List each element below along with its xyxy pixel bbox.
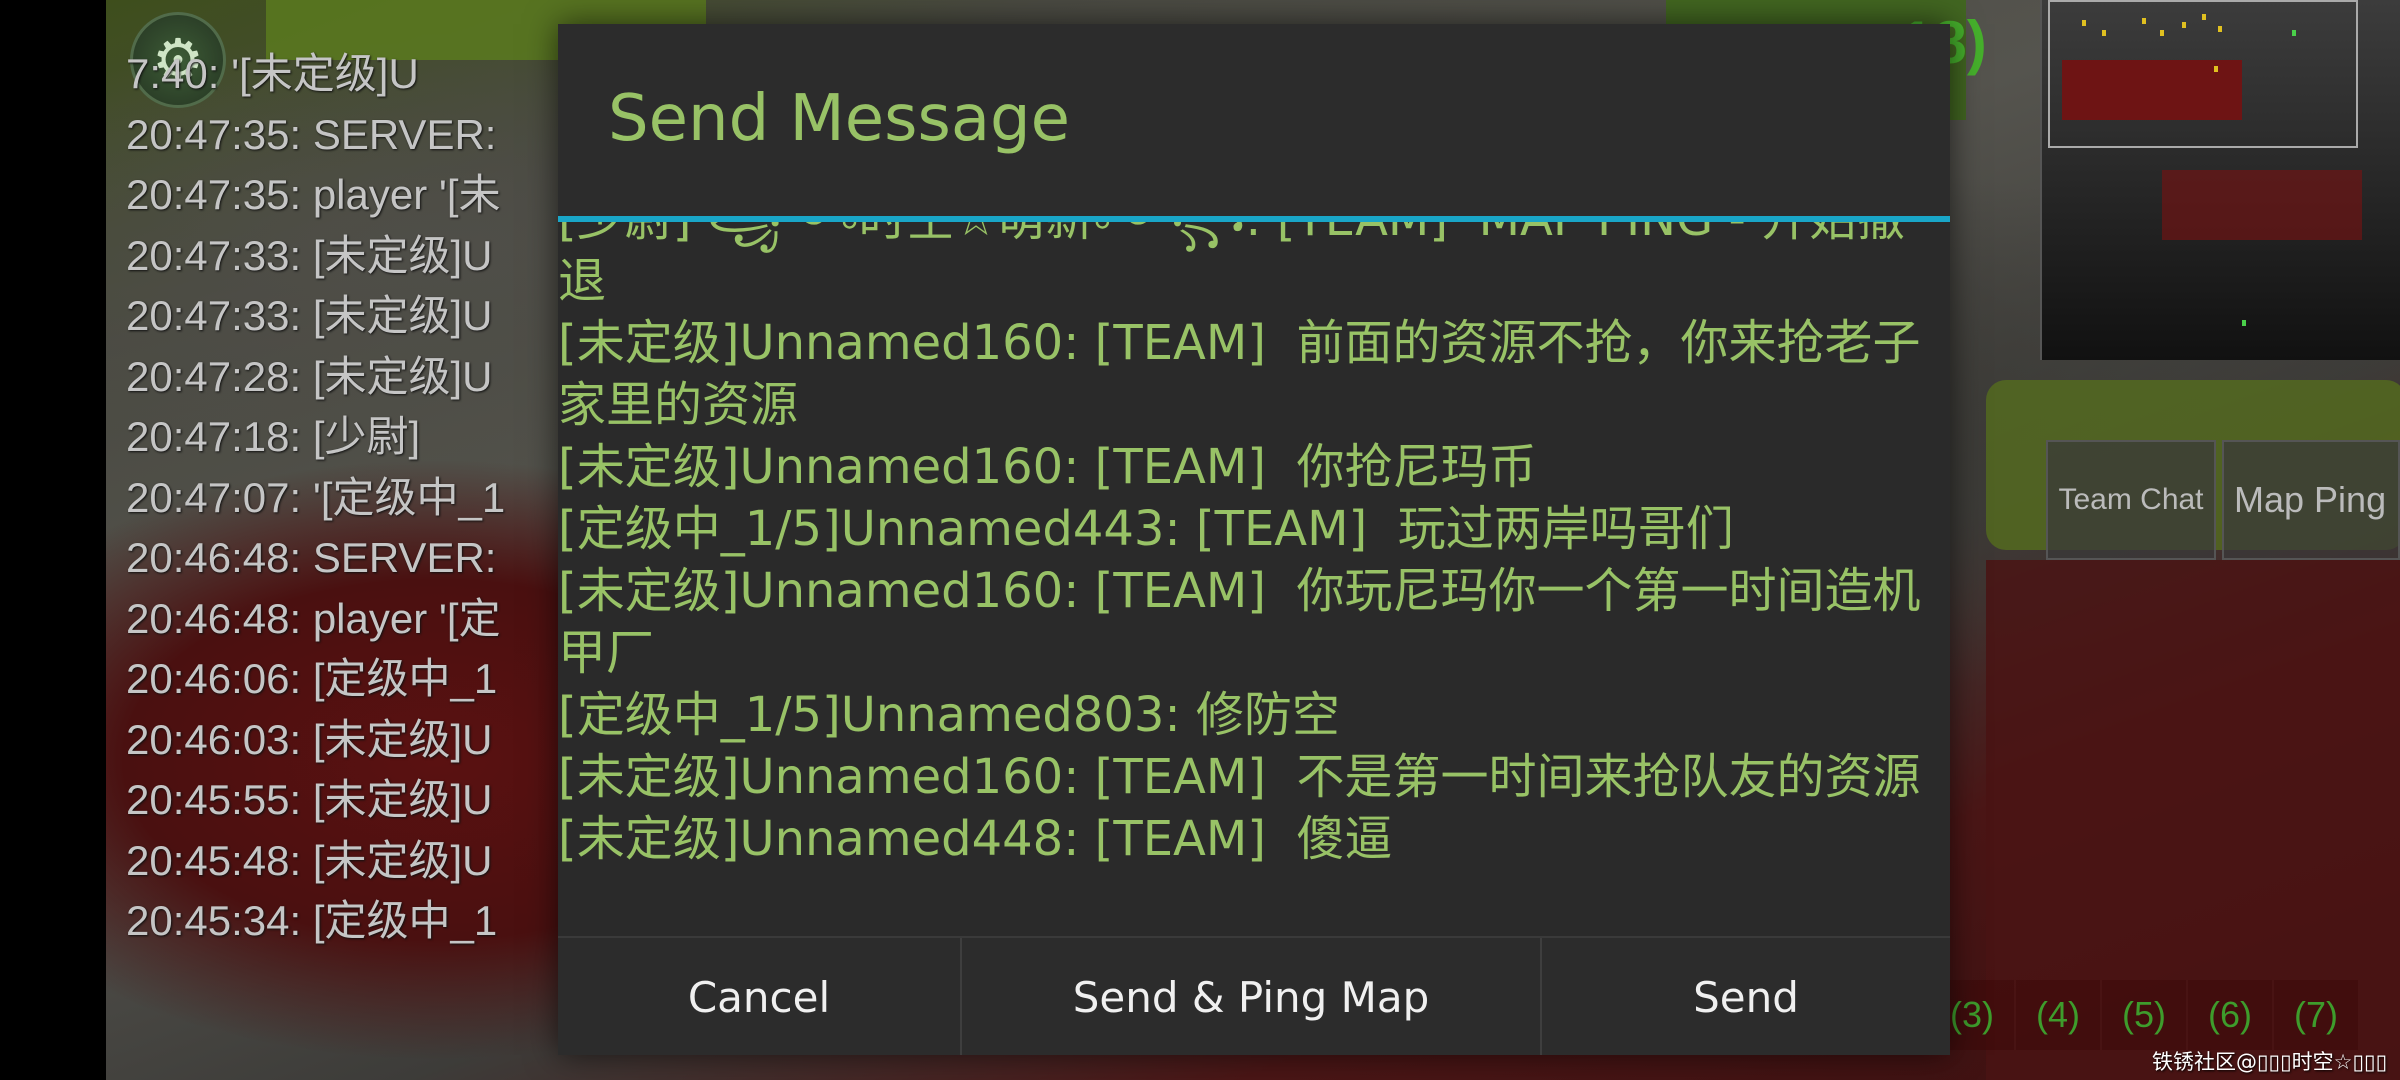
message-item: [少尉] ꧁༺时空☆萌新༻꧂: [TEAM] MAP PING - 开始撤退 xyxy=(558,222,1905,309)
minimap-viewport[interactable] xyxy=(2048,0,2358,148)
control-group-button[interactable]: (5) xyxy=(2102,980,2186,1050)
send-and-ping-map-button[interactable]: Send & Ping Map xyxy=(962,938,1542,1055)
team-chat-button[interactable]: Team Chat xyxy=(2046,440,2216,560)
dialog-button-bar: Cancel Send & Ping Map Send xyxy=(558,936,1950,1055)
message-list: [少尉] ꧁༺时空☆萌新༻꧂: [TEAM] MAP PING - 开始撤退 [… xyxy=(558,222,1938,870)
control-group-button[interactable]: (6) xyxy=(2188,980,2272,1050)
chat-log-line: 20:46:48: player '[定 xyxy=(126,594,501,642)
message-item: [未定级]Unnamed160: [TEAM] 你玩尼玛你一个第一时间造机甲厂 xyxy=(558,563,1921,681)
chat-log-line: 20:47:35: player '[未 xyxy=(126,171,501,218)
message-history[interactable]: [少尉] ꧁༺时空☆萌新༻꧂: [TEAM] MAP PING - 开始撤退 [… xyxy=(558,222,1950,936)
message-item: [定级中_1/5]Unnamed443: [TEAM] 玩过两岸吗哥们 xyxy=(558,501,1734,557)
minimap-region xyxy=(2162,170,2362,240)
watermark: 铁锈社区@▯▯▯时空☆▯▯▯ xyxy=(2152,1050,2388,1074)
chat-log-line: 20:47:07: '[定级中_1 xyxy=(126,473,506,521)
chat-log-line: 20:47:33: [未定级]U xyxy=(126,292,493,339)
minimap-unit xyxy=(2242,320,2246,326)
cancel-button[interactable]: Cancel xyxy=(558,938,962,1055)
send-message-dialog: Send Message [少尉] ꧁༺时空☆萌新༻꧂: [TEAM] MAP … xyxy=(558,24,1950,1055)
divider xyxy=(558,216,1950,222)
chat-log-line: 20:46:48: SERVER: xyxy=(126,534,497,581)
control-group-button[interactable]: (7) xyxy=(2274,980,2358,1050)
chat-log-line: 20:45:34: [定级中_1 xyxy=(126,897,498,944)
message-item: [未定级]Unnamed160: [TEAM] 前面的资源不抢，你来抢老子家里的… xyxy=(558,315,1921,433)
control-group-button[interactable]: (4) xyxy=(2016,980,2100,1050)
chat-log-line: 20:47:35: SERVER: xyxy=(126,110,497,158)
map-ping-button[interactable]: Map Ping xyxy=(2222,440,2400,560)
chat-log-line: 20:46:06: [定级中_1 xyxy=(126,655,498,702)
message-item: [未定级]Unnamed448: [TEAM] 傻逼 xyxy=(558,811,1393,867)
chat-log-line: 20:47:18: [少尉] xyxy=(126,413,421,460)
chat-log: 7:40: '[未定级]U 20:47:35: SERVER: 20:47:35… xyxy=(126,44,505,952)
minimap[interactable] xyxy=(2040,0,2400,360)
chat-log-line: 7:40: '[未定级]U xyxy=(126,50,419,97)
message-item: [定级中_1/5]Unnamed803: 修防空 xyxy=(558,687,1340,743)
message-item: [未定级]Unnamed160: [TEAM] 你抢尼玛币 xyxy=(558,439,1537,495)
chat-log-line: 20:45:55: [未定级]U xyxy=(126,776,493,823)
chat-log-line: 20:46:03: [未定级]U xyxy=(126,715,493,763)
message-item: [未定级]Unnamed160: [TEAM] 不是第一时间来抢队友的资源 xyxy=(558,749,1921,805)
chat-log-line: 20:47:33: [未定级]U xyxy=(126,231,493,279)
send-button[interactable]: Send xyxy=(1542,938,1950,1055)
control-group-bar: (3) (4) (5) (6) (7) xyxy=(1930,980,2360,1050)
dialog-header: Send Message xyxy=(558,24,1950,217)
dialog-title: Send Message xyxy=(608,82,1071,156)
chat-log-line: 20:45:48: [未定级]U xyxy=(126,836,493,884)
chat-log-line: 20:47:28: [未定级]U xyxy=(126,352,493,400)
